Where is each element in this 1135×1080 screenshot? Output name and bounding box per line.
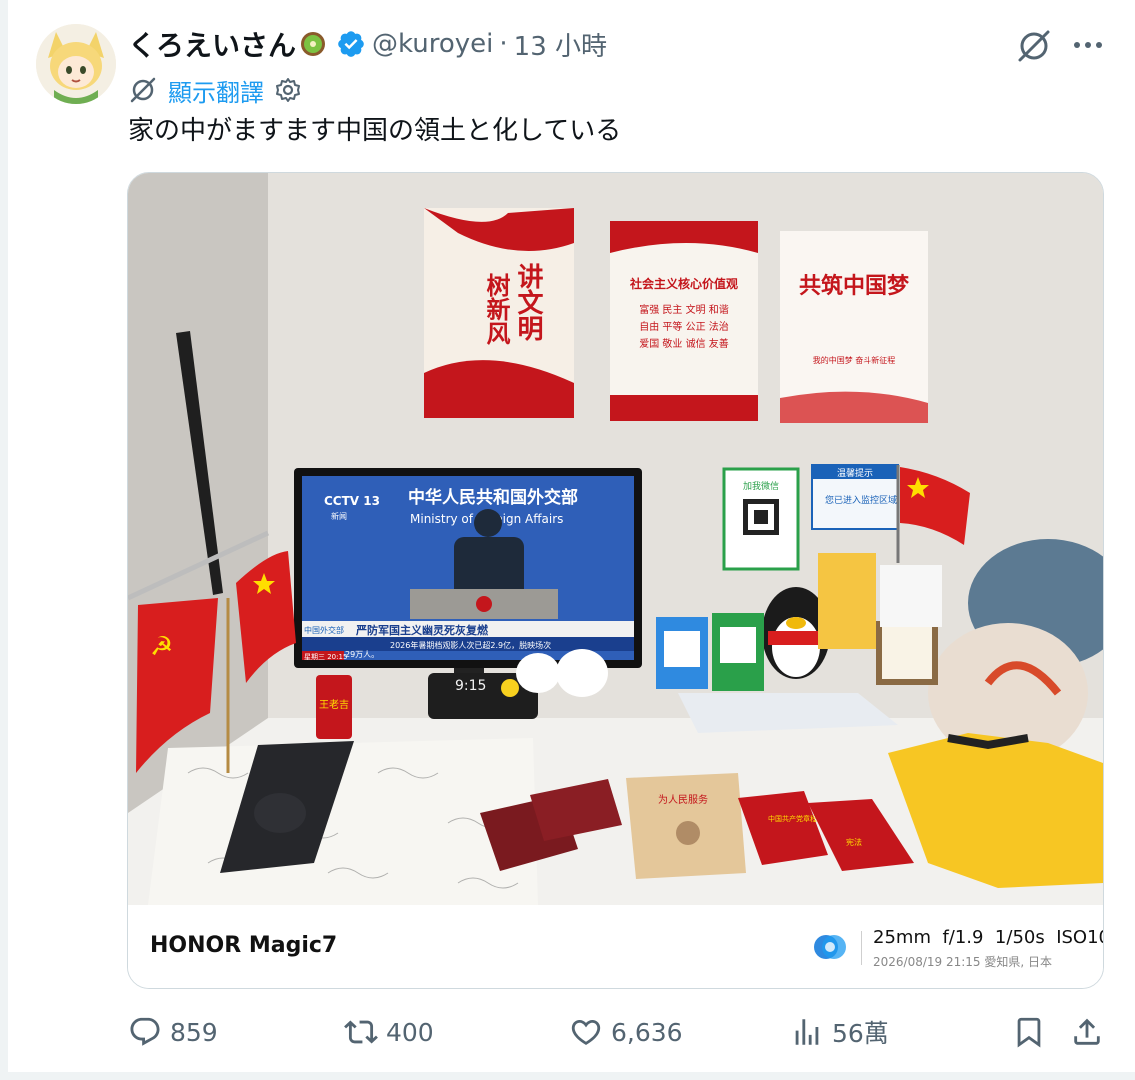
book-party-text: 中国共产党章程 [768,814,817,823]
action-bar: 859 400 6,636 56萬 [0,1008,1135,1056]
poster2-line2: 自由 平等 公正 法治 [639,320,729,333]
poster-civility: 讲文明 树新风 [424,208,574,418]
verified-badge-icon[interactable] [336,29,366,59]
hammer-sickle-icon: ☭ [150,632,173,662]
like-count: 6,636 [611,1017,683,1047]
gear-icon[interactable] [274,76,302,104]
tv-title-cn: 中华人民共和国外交部 [408,487,578,508]
camera-model: HONOR Magic7 [150,933,338,958]
like-button[interactable]: 6,636 [569,1008,683,1056]
poster1-big-text: 讲文明 [513,263,543,342]
tweet: くろえいさん @kuroyei · 13 小時 顯示翻譯 家の中がますます中国の… [0,0,1135,1080]
column-border [0,0,8,1080]
surveillance-sign-text: 您已进入监控区域 [825,494,897,506]
views-icon [795,1019,819,1045]
grok-icon[interactable] [1014,28,1054,64]
qr-sign: 加我微信 [722,467,800,571]
media-card[interactable]: 讲文明 树新风 社会主义核心价值观 富强 民主 文明 和谐 自由 平等 公正 法… [127,172,1104,989]
separator-dot: · [499,29,508,59]
tv-ticker-sub: 29万人。 [345,650,379,659]
kiwi-icon [300,31,326,57]
exif-divider [861,931,862,965]
reply-button[interactable]: 859 [128,1008,218,1056]
poster3-big-text: 共筑中国梦 [799,273,910,299]
tv-ticker-sub2: 2026年暑期档观影人次已超2.9亿，脱映场次 [390,640,551,650]
repost-button[interactable]: 400 [344,1008,434,1056]
quotations-book: 为人民服务 [626,773,746,879]
tv-ticker-headline: 严防军国主义幽灵死灰复燃 [355,623,489,637]
poster-china-dream: 共筑中国梦 我的中国梦 奋斗新征程 [780,231,928,423]
reply-icon [130,1017,160,1046]
reply-count: 859 [170,1017,218,1047]
herbal-tea-can: 王老吉 [316,675,352,739]
tweet-header: くろえいさん @kuroyei · 13 小時 [128,24,607,64]
poster2-line3: 爱国 敬业 诚信 友善 [639,337,729,350]
more-options-icon[interactable] [1070,30,1106,60]
bookmark-button[interactable] [1012,1008,1046,1056]
mouse [254,793,306,833]
poster3-sub-text: 我的中国梦 奋斗新征程 [813,355,896,365]
timestamp[interactable]: 13 小時 [514,26,607,63]
grok-translate-icon [128,75,158,105]
tv-channel-sub: 新闻 [331,511,347,521]
translate-row: 顯示翻譯 [128,72,302,108]
handle[interactable]: @kuroyei [372,29,493,59]
show-translation-link[interactable]: 顯示翻譯 [168,73,264,108]
tv-channel-logo: CCTV 13 [324,494,380,508]
honor-logo-icon [810,927,850,967]
exif-meta: 2026/08/19 21:15 愛知県, 日本 [873,955,1053,969]
exif-caption-bar: HONOR Magic7 25mm f/1.9 1/50s ISO100 202… [128,905,1103,988]
book-constitution-text: 宪法 [846,837,862,847]
display-name[interactable]: くろえいさん [128,24,296,64]
can-label: 王老吉 [319,698,349,711]
iso: ISO100 [1056,927,1103,948]
shutter-speed: 1/50s [994,927,1045,948]
qr-sign-label: 加我微信 [743,480,779,492]
tv-ticker-small: 中国外交部 [304,625,344,635]
bookmark-icon [1017,1017,1041,1048]
share-icon [1074,1018,1100,1045]
views-button[interactable]: 56萬 [790,1008,889,1056]
focal-length: 25mm [873,927,931,948]
poster2-line1: 富强 民主 文明 和谐 [639,303,729,316]
heart-icon [571,1019,601,1045]
aperture: f/1.9 [942,927,984,948]
divider [0,1072,1135,1080]
repost-icon [344,1020,378,1044]
avatar[interactable] [36,24,116,104]
poster-core-values: 社会主义核心价值观 富强 民主 文明 和谐 自由 平等 公正 法治 爱国 敬业 … [610,221,758,421]
repost-count: 400 [386,1017,434,1047]
book-title: 为人民服务 [658,793,708,806]
view-count: 56萬 [832,1019,889,1048]
photo[interactable]: 讲文明 树新风 社会主义核心价值观 富强 民主 文明 和谐 自由 平等 公正 法… [128,173,1103,905]
surveillance-sign: 温馨提示 您已进入监控区域 [811,464,899,530]
tweet-text: 家の中がますます中国の領土と化している [128,116,622,146]
exif-params: 25mm f/1.9 1/50s ISO100 [873,927,1103,948]
surveillance-sign-title: 温馨提示 [837,467,873,479]
share-button[interactable] [1070,1008,1104,1056]
poster1-big-text-2: 树新风 [482,273,510,346]
tv-time: 星期三 20:15 [304,653,347,661]
clock-display: 9:15 [455,678,486,694]
poster2-title: 社会主义核心价值观 [629,276,738,291]
